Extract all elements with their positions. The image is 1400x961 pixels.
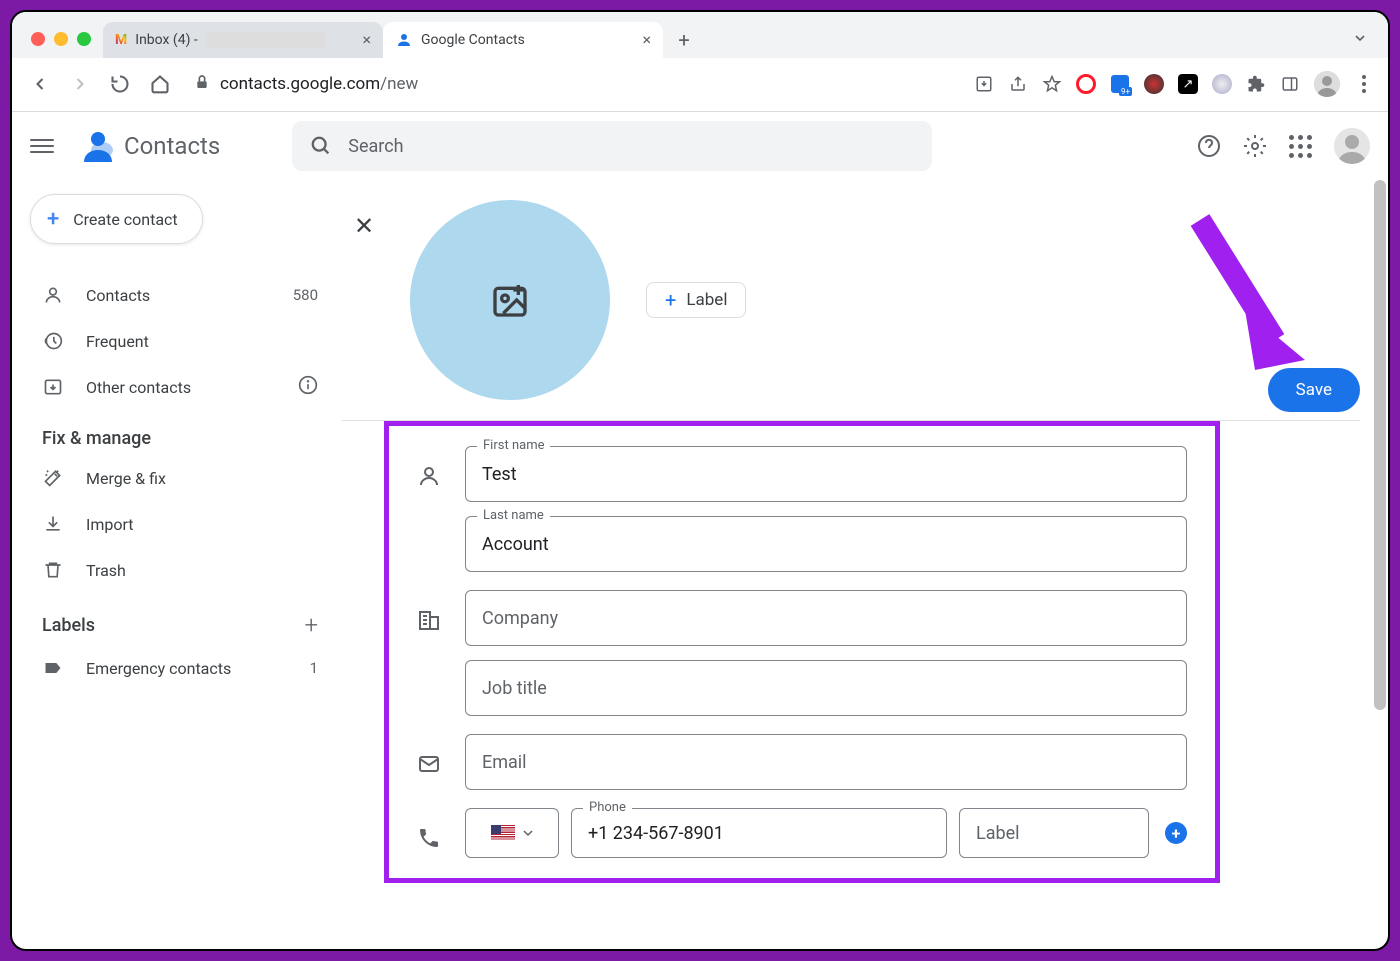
extensions-menu-icon[interactable] bbox=[1246, 74, 1266, 94]
plus-icon: + bbox=[665, 288, 676, 312]
close-tab-icon[interactable]: × bbox=[642, 30, 651, 49]
contacts-logo[interactable]: Contacts bbox=[80, 128, 220, 164]
phone-label-field[interactable] bbox=[959, 808, 1149, 858]
search-input[interactable]: Search bbox=[292, 121, 932, 171]
help-icon[interactable] bbox=[1197, 134, 1221, 158]
tab-title: Inbox (4) - bbox=[135, 32, 198, 48]
install-icon[interactable] bbox=[974, 74, 994, 94]
add-label-chip[interactable]: + Label bbox=[646, 282, 746, 318]
main-content: ✕ + Label Save bbox=[342, 180, 1388, 949]
sidebar-item-trash[interactable]: Trash bbox=[30, 547, 334, 593]
redacted-text bbox=[206, 32, 326, 48]
sidebar-item-contacts[interactable]: Contacts 580 bbox=[30, 272, 334, 318]
share-icon[interactable] bbox=[1008, 74, 1028, 94]
home-button[interactable] bbox=[146, 70, 174, 98]
tab-contacts[interactable]: Google Contacts × bbox=[383, 22, 663, 58]
sidebar-item-import[interactable]: Import bbox=[30, 501, 334, 547]
label-icon bbox=[42, 658, 64, 678]
url-path: /new bbox=[380, 74, 418, 94]
gmail-icon: M bbox=[115, 32, 127, 48]
forward-button[interactable] bbox=[66, 70, 94, 98]
app-header: Contacts Search bbox=[12, 112, 1388, 180]
window-controls[interactable] bbox=[27, 32, 103, 58]
apps-grid-icon[interactable] bbox=[1289, 135, 1312, 158]
address-bar[interactable]: contacts.google.com/new bbox=[194, 74, 418, 95]
person-icon bbox=[417, 464, 443, 492]
url-host: contacts.google.com bbox=[220, 74, 380, 94]
last-name-field[interactable]: Last name bbox=[465, 516, 1187, 572]
account-avatar[interactable] bbox=[1334, 128, 1370, 164]
app-name: Contacts bbox=[124, 132, 220, 160]
country-select[interactable] bbox=[465, 808, 559, 858]
fix-manage-header: Fix & manage bbox=[30, 410, 334, 455]
email-icon bbox=[417, 752, 443, 780]
trash-icon bbox=[42, 560, 64, 580]
save-button[interactable]: Save bbox=[1268, 368, 1360, 412]
extension-icon[interactable] bbox=[1144, 74, 1164, 94]
annotation-arrow bbox=[1180, 200, 1320, 380]
profile-avatar[interactable] bbox=[1314, 71, 1340, 97]
phone-field[interactable]: Phone bbox=[571, 808, 947, 858]
contacts-icon bbox=[395, 31, 413, 49]
close-button[interactable]: ✕ bbox=[354, 212, 374, 240]
phone-icon bbox=[417, 826, 443, 854]
archive-icon bbox=[42, 377, 64, 397]
search-placeholder: Search bbox=[348, 136, 403, 157]
sidebar-item-other[interactable]: Other contacts bbox=[30, 364, 334, 410]
tab-title: Google Contacts bbox=[421, 32, 525, 48]
new-tab-button[interactable]: + bbox=[669, 25, 699, 55]
company-icon bbox=[417, 608, 443, 636]
tabs-menu-icon[interactable] bbox=[1352, 30, 1368, 50]
sidebar-item-frequent[interactable]: Frequent bbox=[30, 318, 334, 364]
extension-opera-icon[interactable] bbox=[1076, 74, 1096, 94]
browser-chrome: M Inbox (4) - × Google Contacts × + co bbox=[12, 12, 1388, 112]
scrollbar[interactable] bbox=[1374, 180, 1386, 710]
sidebar-item-merge[interactable]: Merge & fix bbox=[30, 455, 334, 501]
minimize-window-icon[interactable] bbox=[54, 32, 68, 46]
person-icon bbox=[42, 285, 64, 305]
add-photo-button[interactable] bbox=[410, 200, 610, 400]
sidepanel-icon[interactable] bbox=[1280, 74, 1300, 94]
add-image-icon bbox=[490, 280, 530, 320]
email-field[interactable] bbox=[465, 734, 1187, 790]
labels-header: Labels + bbox=[30, 593, 334, 645]
reload-button[interactable] bbox=[106, 70, 134, 98]
chevron-down-icon bbox=[523, 828, 533, 838]
form-highlight-box: First name Last name bbox=[384, 421, 1220, 883]
close-tab-icon[interactable]: × bbox=[362, 30, 371, 49]
settings-icon[interactable] bbox=[1243, 134, 1267, 158]
extension-translate-icon[interactable]: 9+ bbox=[1110, 74, 1130, 94]
create-contact-button[interactable]: + Create contact bbox=[30, 194, 203, 244]
create-label: Create contact bbox=[73, 210, 177, 229]
lock-icon bbox=[194, 74, 210, 95]
search-icon bbox=[310, 135, 332, 157]
label-emergency[interactable]: Emergency contacts 1 bbox=[30, 645, 334, 691]
main-menu-icon[interactable] bbox=[30, 139, 54, 153]
browser-menu-icon[interactable] bbox=[1354, 74, 1374, 94]
first-name-field[interactable]: First name bbox=[465, 446, 1187, 502]
maximize-window-icon[interactable] bbox=[77, 32, 91, 46]
back-button[interactable] bbox=[26, 70, 54, 98]
sidebar: + Create contact Contacts 580 Frequent O… bbox=[12, 180, 342, 949]
close-window-icon[interactable] bbox=[31, 32, 45, 46]
info-icon[interactable] bbox=[298, 375, 318, 399]
extension-icon[interactable]: ↗ bbox=[1178, 74, 1198, 94]
plus-icon: + bbox=[47, 207, 59, 232]
add-label-button[interactable]: + bbox=[304, 611, 318, 639]
bookmark-icon[interactable] bbox=[1042, 74, 1062, 94]
wand-icon bbox=[42, 468, 64, 488]
job-title-field[interactable] bbox=[465, 660, 1187, 716]
company-field[interactable] bbox=[465, 590, 1187, 646]
history-icon bbox=[42, 331, 64, 351]
download-icon bbox=[42, 514, 64, 534]
add-phone-button[interactable]: + bbox=[1165, 822, 1187, 844]
contacts-logo-icon bbox=[80, 128, 116, 164]
extension-icon[interactable] bbox=[1212, 74, 1232, 94]
us-flag-icon bbox=[491, 825, 515, 841]
tab-inbox[interactable]: M Inbox (4) - × bbox=[103, 22, 383, 58]
